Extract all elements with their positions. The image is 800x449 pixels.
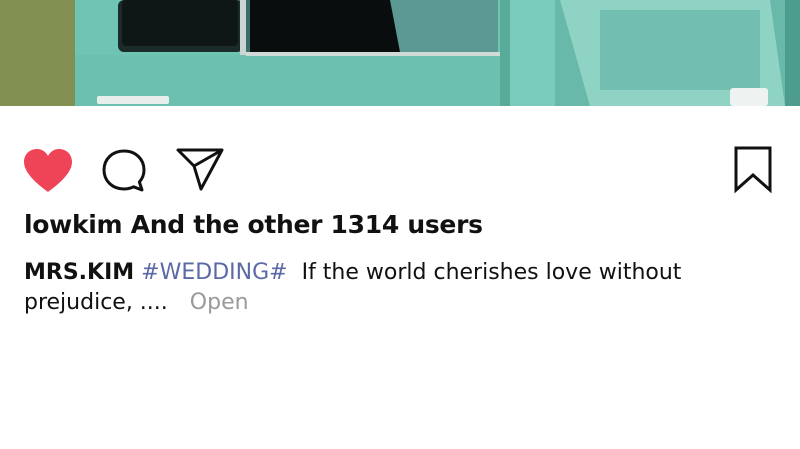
post-caption: MRS.KIM #WEDDING# If the world cherishes … bbox=[24, 258, 724, 318]
caption-text-line-1: If the world cherishes love without bbox=[301, 260, 682, 285]
post-action-bar bbox=[0, 130, 800, 200]
likes-count[interactable]: lowkim And the other 1314 users bbox=[24, 210, 483, 239]
caption-line-1: MRS.KIM #WEDDING# If the world cherishes … bbox=[24, 258, 724, 288]
comment-button[interactable] bbox=[100, 147, 148, 195]
bookmark-icon bbox=[734, 146, 772, 194]
car-illustration bbox=[0, 0, 800, 106]
send-icon bbox=[176, 148, 224, 191]
caption-line-2: prejudice, .... Open bbox=[24, 288, 724, 318]
comment-icon bbox=[102, 149, 146, 192]
caption-username[interactable]: MRS.KIM bbox=[24, 260, 134, 285]
heart-icon bbox=[24, 149, 72, 192]
like-button[interactable] bbox=[22, 148, 74, 194]
caption-text-line-2: prejudice, .... bbox=[24, 290, 168, 315]
share-button[interactable] bbox=[174, 145, 226, 193]
post-photo[interactable] bbox=[0, 0, 800, 106]
bookmark-button[interactable] bbox=[730, 144, 776, 194]
caption-hashtag[interactable]: #WEDDING# bbox=[141, 260, 287, 285]
caption-more-link[interactable]: Open bbox=[190, 290, 249, 315]
